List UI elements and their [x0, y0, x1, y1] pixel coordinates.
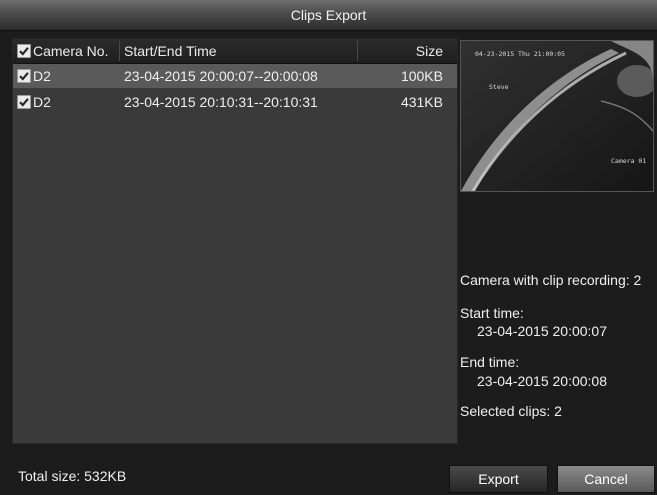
video-preview[interactable]: 04-23-2015 Thu 21:00:05 Steve Camera 01 — [460, 40, 654, 192]
checkmark-icon — [19, 47, 29, 56]
column-camera-no[interactable]: Camera No. — [33, 39, 108, 63]
export-button[interactable]: Export — [449, 465, 548, 493]
preview-camera-label: Camera 01 — [611, 157, 646, 165]
row-camera: D2 — [33, 94, 51, 110]
table-row[interactable]: D2 23-04-2015 20:00:07--20:00:08 100KB — [13, 64, 457, 88]
column-start-end-time[interactable]: Start/End Time — [124, 39, 217, 63]
column-size[interactable]: Size — [361, 39, 443, 63]
row-checkbox[interactable] — [17, 95, 31, 109]
table-header: Camera No. Start/End Time Size — [13, 39, 457, 64]
camera-frame-image: 04-23-2015 Thu 21:00:05 Steve Camera 01 — [461, 41, 653, 191]
column-divider — [357, 41, 358, 61]
end-time-label: End time: — [460, 354, 520, 370]
row-size: 100KB — [400, 68, 443, 84]
checkmark-icon — [19, 98, 29, 107]
row-size: 431KB — [400, 94, 443, 110]
row-time: 23-04-2015 20:10:31--20:10:31 — [124, 94, 318, 110]
start-time-value: 23-04-2015 20:00:07 — [477, 323, 607, 339]
total-size-text: Total size: 532KB — [18, 468, 127, 484]
camera-count-text: Camera with clip recording: 2 — [460, 272, 642, 288]
dialog-title: Clips Export — [0, 0, 657, 31]
selected-clips-text: Selected clips: 2 — [460, 403, 562, 419]
select-all-checkbox[interactable] — [17, 44, 31, 58]
row-checkbox[interactable] — [17, 69, 31, 83]
end-time-value: 23-04-2015 20:00:08 — [477, 373, 607, 389]
row-camera: D2 — [33, 68, 51, 84]
start-time-label: Start time: — [460, 305, 524, 321]
preview-name-label: Steve — [489, 83, 509, 91]
column-divider — [119, 41, 120, 61]
preview-timestamp: 04-23-2015 Thu 21:00:05 — [475, 50, 565, 58]
cancel-button[interactable]: Cancel — [557, 465, 655, 493]
table-row[interactable]: D2 23-04-2015 20:10:31--20:10:31 431KB — [13, 90, 457, 114]
row-time: 23-04-2015 20:00:07--20:00:08 — [124, 68, 318, 84]
clip-table: Camera No. Start/End Time Size D2 23-04-… — [12, 38, 458, 444]
checkmark-icon — [19, 72, 29, 81]
